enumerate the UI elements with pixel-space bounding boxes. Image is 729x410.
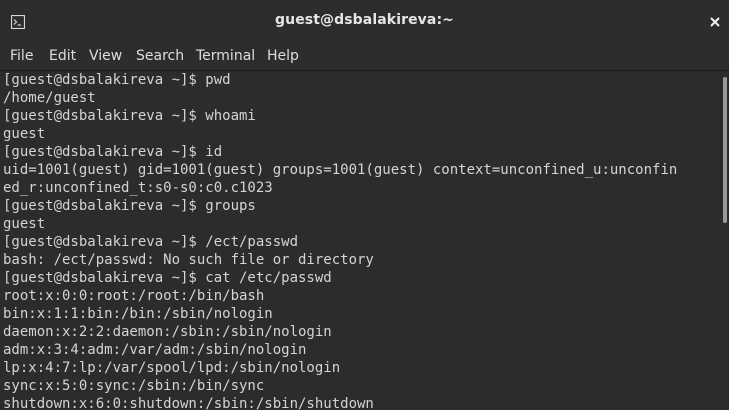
menu-help[interactable]: Help [267,48,299,64]
terminal-line: adm:x:3:4:adm:/var/adm:/sbin/nologin [3,342,307,358]
terminal-line: uid=1001(guest) gid=1001(guest) groups=1… [3,162,678,178]
menu-terminal[interactable]: Terminal [196,48,255,64]
close-icon[interactable] [707,14,723,30]
scrollbar-thumb[interactable] [723,77,727,223]
terminal-window: guest@dsbalakireva:~ File Edit View Sear… [0,0,729,410]
terminal-line: guest [3,126,46,142]
terminal-line: shutdown:x:6:0:shutdown:/sbin:/sbin/shut… [3,396,374,410]
terminal-line: sync:x:5:0:sync:/sbin:/bin/sync [3,378,265,394]
terminal-line: bash: /ect/passwd: No such file or direc… [3,252,374,268]
terminal-line: guest [3,216,46,232]
window-title: guest@dsbalakireva:~ [275,12,454,28]
terminal-line: [guest@dsbalakireva ~]$ cat /etc/passwd [3,270,332,286]
menu-view[interactable]: View [89,48,122,64]
terminal-line: [guest@dsbalakireva ~]$ id [3,144,223,160]
menu-search[interactable]: Search [136,48,184,64]
terminal-line: ed_r:unconfined_t:s0-s0:c0.c1023 [3,180,273,196]
terminal-line: root:x:0:0:root:/root:/bin/bash [3,288,265,304]
menu-file[interactable]: File [10,48,33,64]
menu-edit[interactable]: Edit [49,48,76,64]
terminal-output[interactable]: [guest@dsbalakireva ~]$ pwd /home/guest … [0,71,729,410]
terminal-line: bin:x:1:1:bin:/bin:/sbin/nologin [3,306,273,322]
terminal-line: [guest@dsbalakireva ~]$ whoami [3,108,256,124]
scrollbar[interactable] [720,71,729,410]
menu-bar: File Edit View Search Terminal Help [0,44,729,71]
terminal-line: /home/guest [3,90,96,106]
terminal-line: [guest@dsbalakireva ~]$ groups [3,198,256,214]
title-bar[interactable]: guest@dsbalakireva:~ [0,0,729,45]
terminal-line: [guest@dsbalakireva ~]$ /ect/passwd [3,234,299,250]
terminal-line: [guest@dsbalakireva ~]$ pwd [3,72,231,88]
terminal-line: daemon:x:2:2:daemon:/sbin:/sbin/nologin [3,324,332,340]
terminal-line: lp:x:4:7:lp:/var/spool/lpd:/sbin/nologin [3,360,341,376]
